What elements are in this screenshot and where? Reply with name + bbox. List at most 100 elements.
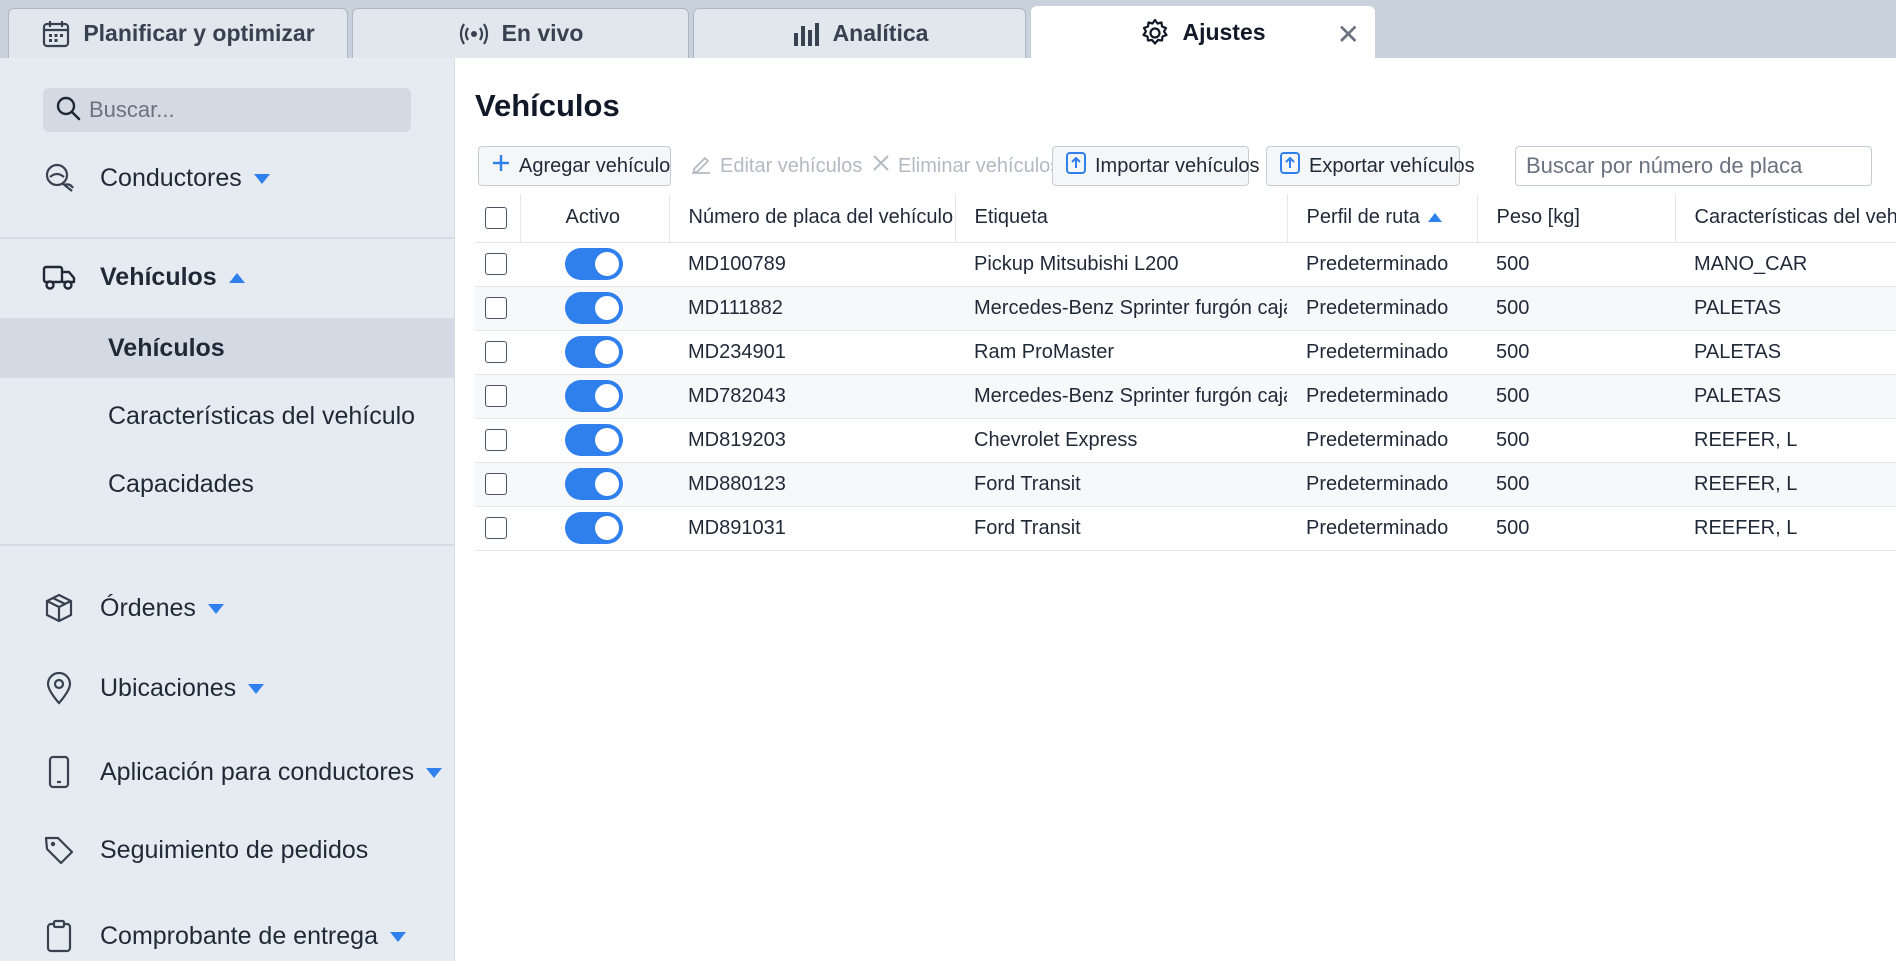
features-cell: PALETAS bbox=[1675, 330, 1896, 375]
plate-cell: MD880123 bbox=[669, 462, 955, 507]
weight-cell: 500 bbox=[1477, 462, 1675, 507]
sidebar-item-seguimiento[interactable]: Seguimiento de pedidos bbox=[0, 820, 455, 880]
features-cell: REEFER, L bbox=[1675, 506, 1896, 551]
sidebar-item-ubicaciones[interactable]: Ubicaciones bbox=[0, 658, 455, 718]
export-vehicles-button[interactable]: Exportar vehículos bbox=[1266, 146, 1475, 186]
edit-vehicles-button[interactable]: Editar vehículos bbox=[678, 146, 874, 186]
sidebar-item-label: Órdenes bbox=[100, 593, 196, 622]
sidebar-search[interactable] bbox=[43, 88, 411, 132]
chevron-down-icon bbox=[248, 683, 265, 694]
table-row[interactable]: MD782043 Mercedes-Benz Sprinter furgón c… bbox=[475, 374, 1896, 419]
sidebar-item-conductores[interactable]: Conductores bbox=[0, 138, 455, 218]
search-icon bbox=[55, 95, 81, 126]
table-row[interactable]: MD819203 Chevrolet Express Predeterminad… bbox=[475, 418, 1896, 463]
row-checkbox[interactable] bbox=[485, 385, 507, 408]
route-profile-cell: Predeterminado bbox=[1287, 506, 1477, 551]
sidebar-item-ordenes[interactable]: Órdenes bbox=[0, 578, 455, 638]
broadcast-icon bbox=[458, 21, 490, 47]
active-toggle[interactable] bbox=[565, 424, 623, 456]
route-profile-cell: Predeterminado bbox=[1287, 418, 1477, 463]
column-header-label[interactable]: Etiqueta bbox=[955, 194, 1288, 243]
table-row[interactable]: MD891031 Ford Transit Predeterminado 500… bbox=[475, 506, 1896, 551]
route-profile-cell: Predeterminado bbox=[1287, 462, 1477, 507]
truck-icon bbox=[42, 260, 76, 294]
column-header-activo[interactable]: Activo bbox=[520, 194, 670, 243]
sidebar-item-aplicacion[interactable]: Aplicación para conductores bbox=[0, 742, 455, 802]
features-cell: MANO_CAR bbox=[1675, 242, 1896, 287]
select-all-cell bbox=[475, 194, 521, 243]
sidebar-item-label: Aplicación para conductores bbox=[100, 757, 415, 786]
route-profile-cell: Predeterminado bbox=[1287, 286, 1477, 331]
x-icon bbox=[872, 154, 890, 178]
tab-planificar[interactable]: Planificar y optimizar bbox=[8, 8, 348, 58]
tab-label: Analítica bbox=[832, 20, 929, 46]
sidebar-item-vehiculos[interactable]: Vehículos bbox=[0, 240, 455, 314]
plate-search-input[interactable] bbox=[1515, 146, 1872, 186]
sidebar-item-comprobante[interactable]: Comprobante de entrega bbox=[0, 906, 455, 966]
select-all-checkbox[interactable] bbox=[485, 206, 507, 229]
close-icon[interactable]: ✕ bbox=[1337, 21, 1360, 49]
table-row[interactable]: MD111882 Mercedes-Benz Sprinter furgón c… bbox=[475, 286, 1896, 331]
gear-icon bbox=[1140, 18, 1170, 48]
column-header-weight[interactable]: Peso [kg] bbox=[1477, 194, 1676, 243]
sidebar-subitem-capacidades[interactable]: Capacidades bbox=[0, 454, 455, 514]
import-vehicles-label: Importar vehículos bbox=[1095, 154, 1260, 177]
column-header-route-profile[interactable]: Perfil de ruta bbox=[1287, 194, 1478, 243]
tab-label: Planificar y optimizar bbox=[83, 20, 315, 46]
tab-label: En vivo bbox=[501, 20, 584, 46]
plate-cell: MD111882 bbox=[669, 286, 955, 331]
sidebar-subitem-label: Vehículos bbox=[108, 333, 225, 362]
row-checkbox[interactable] bbox=[485, 297, 507, 320]
weight-cell: 500 bbox=[1477, 242, 1675, 287]
label-cell: Chevrolet Express bbox=[955, 418, 1287, 463]
sidebar-subitem-caracteristicas[interactable]: Características del vehículo bbox=[0, 386, 455, 446]
plate-cell: MD234901 bbox=[669, 330, 955, 375]
chevron-down-icon bbox=[253, 173, 270, 184]
weight-cell: 500 bbox=[1477, 418, 1675, 463]
tab-label: Ajustes bbox=[1182, 19, 1266, 45]
table-row[interactable]: MD100789 Pickup Mitsubishi L200 Predeter… bbox=[475, 242, 1896, 287]
row-checkbox[interactable] bbox=[485, 517, 507, 540]
active-toggle[interactable] bbox=[565, 380, 623, 412]
edit-vehicles-label: Editar vehículos bbox=[720, 154, 863, 177]
box-icon bbox=[42, 591, 76, 625]
tab-ajustes[interactable]: Ajustes ✕ bbox=[1031, 6, 1375, 58]
sidebar-item-label: Vehículos bbox=[100, 262, 217, 291]
route-profile-cell: Predeterminado bbox=[1287, 242, 1477, 287]
features-cell: PALETAS bbox=[1675, 374, 1896, 419]
clipboard-icon bbox=[42, 919, 76, 953]
add-vehicle-button[interactable]: Agregar vehículo bbox=[478, 146, 671, 186]
chevron-down-icon bbox=[389, 931, 406, 942]
tab-analitica[interactable]: Analítica bbox=[693, 8, 1026, 58]
weight-cell: 500 bbox=[1477, 374, 1675, 419]
active-toggle[interactable] bbox=[565, 336, 623, 368]
label-cell: Ram ProMaster bbox=[955, 330, 1287, 375]
divider bbox=[0, 237, 455, 239]
active-toggle[interactable] bbox=[565, 248, 623, 280]
import-vehicles-button[interactable]: Importar vehículos bbox=[1052, 146, 1260, 186]
plate-cell: MD891031 bbox=[669, 506, 955, 551]
plate-cell: MD819203 bbox=[669, 418, 955, 463]
table-row[interactable]: MD880123 Ford Transit Predeterminado 500… bbox=[475, 462, 1896, 507]
table-row[interactable]: MD234901 Ram ProMaster Predeterminado 50… bbox=[475, 330, 1896, 375]
delete-vehicles-button[interactable]: Eliminar vehículos bbox=[860, 146, 1072, 186]
active-toggle[interactable] bbox=[565, 512, 623, 544]
features-cell: REEFER, L bbox=[1675, 462, 1896, 507]
column-header-features[interactable]: Características del vehículo bbox=[1675, 194, 1896, 243]
row-checkbox[interactable] bbox=[485, 473, 507, 496]
column-header-plate[interactable]: Número de placa del vehículo bbox=[669, 194, 956, 243]
chevron-down-icon bbox=[207, 603, 224, 614]
drivers-icon bbox=[42, 161, 76, 195]
active-cell bbox=[520, 418, 669, 463]
active-cell bbox=[520, 506, 669, 551]
sidebar-search-input[interactable] bbox=[89, 97, 389, 123]
active-toggle[interactable] bbox=[565, 292, 623, 324]
row-checkbox[interactable] bbox=[485, 253, 507, 276]
active-toggle[interactable] bbox=[565, 468, 623, 500]
label-cell: Ford Transit bbox=[955, 506, 1287, 551]
row-select-cell bbox=[475, 418, 520, 463]
row-checkbox[interactable] bbox=[485, 429, 507, 452]
tab-en-vivo[interactable]: En vivo bbox=[352, 8, 689, 58]
sidebar-subitem-vehiculos[interactable]: Vehículos bbox=[0, 318, 455, 378]
row-checkbox[interactable] bbox=[485, 341, 507, 364]
